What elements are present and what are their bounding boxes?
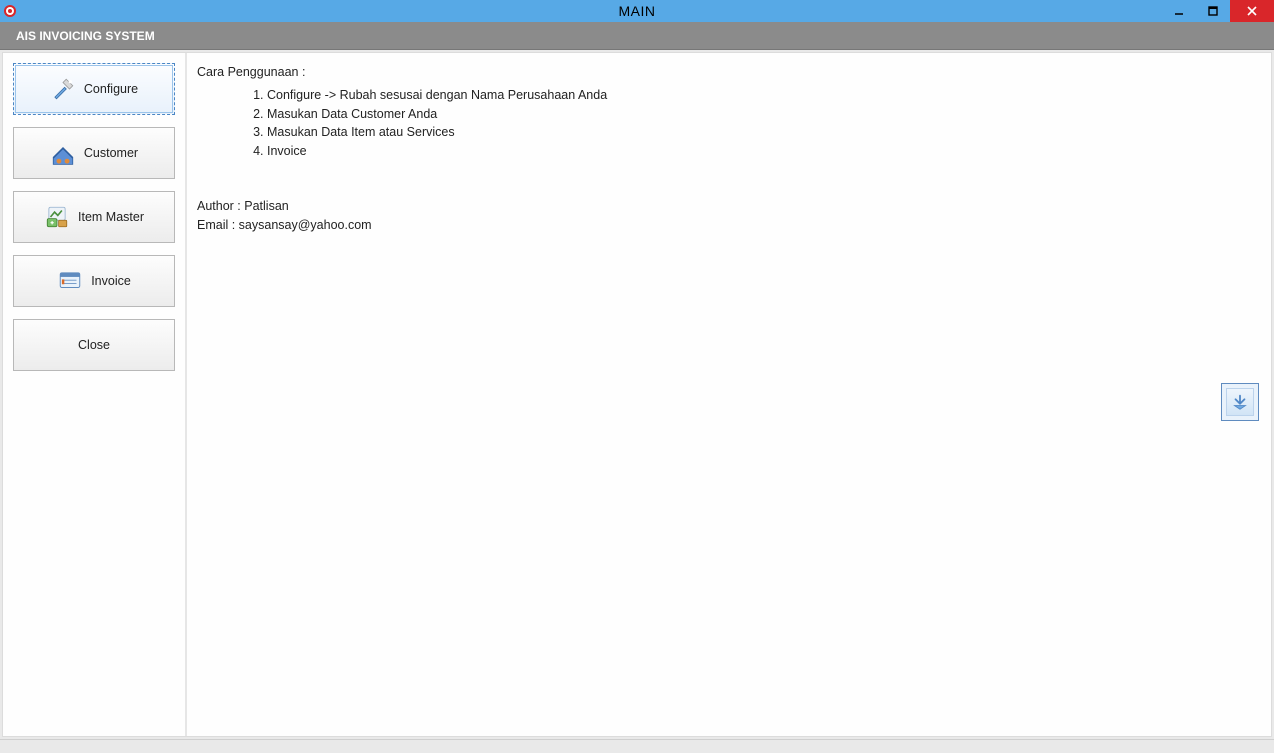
configure-label: Configure: [84, 82, 138, 96]
usage-step: Configure -> Rubah sesusai dengan Nama P…: [267, 86, 1251, 105]
minimize-button[interactable]: [1162, 0, 1196, 22]
close-label: Close: [78, 338, 110, 352]
workspace: Configure Customer: [2, 52, 1272, 737]
configure-button[interactable]: Configure: [13, 63, 175, 115]
usage-step: Masukan Data Item atau Services: [267, 123, 1251, 142]
item-master-button[interactable]: Item Master: [13, 191, 175, 243]
titlebar: MAIN: [0, 0, 1274, 22]
email-line: Email : saysansay@yahoo.com: [197, 216, 1251, 235]
customer-button[interactable]: Customer: [13, 127, 175, 179]
invoice-icon: [57, 268, 83, 294]
customer-label: Customer: [84, 146, 138, 160]
window-controls: [1162, 0, 1274, 22]
close-button[interactable]: Close: [13, 319, 175, 371]
sidebar: Configure Customer: [3, 53, 187, 736]
usage-heading: Cara Penggunaan :: [197, 63, 1251, 82]
invoice-button[interactable]: Invoice: [13, 255, 175, 307]
invoice-label: Invoice: [91, 274, 131, 288]
close-window-button[interactable]: [1230, 0, 1274, 22]
usage-steps: Configure -> Rubah sesusai dengan Nama P…: [267, 86, 1251, 161]
usage-step: Masukan Data Customer Anda: [267, 105, 1251, 124]
statusbar: [0, 739, 1274, 753]
app-icon: [4, 5, 16, 17]
app-subheader: AIS INVOICING SYSTEM: [0, 22, 1274, 50]
customer-icon: [50, 140, 76, 166]
maximize-button[interactable]: [1196, 0, 1230, 22]
usage-step: Invoice: [267, 142, 1251, 161]
item-master-icon: [44, 204, 70, 230]
window-title: MAIN: [619, 3, 656, 19]
download-icon: [1226, 388, 1254, 416]
download-button[interactable]: [1221, 383, 1259, 421]
item-master-label: Item Master: [78, 210, 144, 224]
author-line: Author : Patlisan: [197, 197, 1251, 216]
wrench-icon: [50, 76, 76, 102]
content-area: Cara Penggunaan : Configure -> Rubah ses…: [187, 53, 1271, 736]
app-subheader-title: AIS INVOICING SYSTEM: [16, 29, 155, 43]
